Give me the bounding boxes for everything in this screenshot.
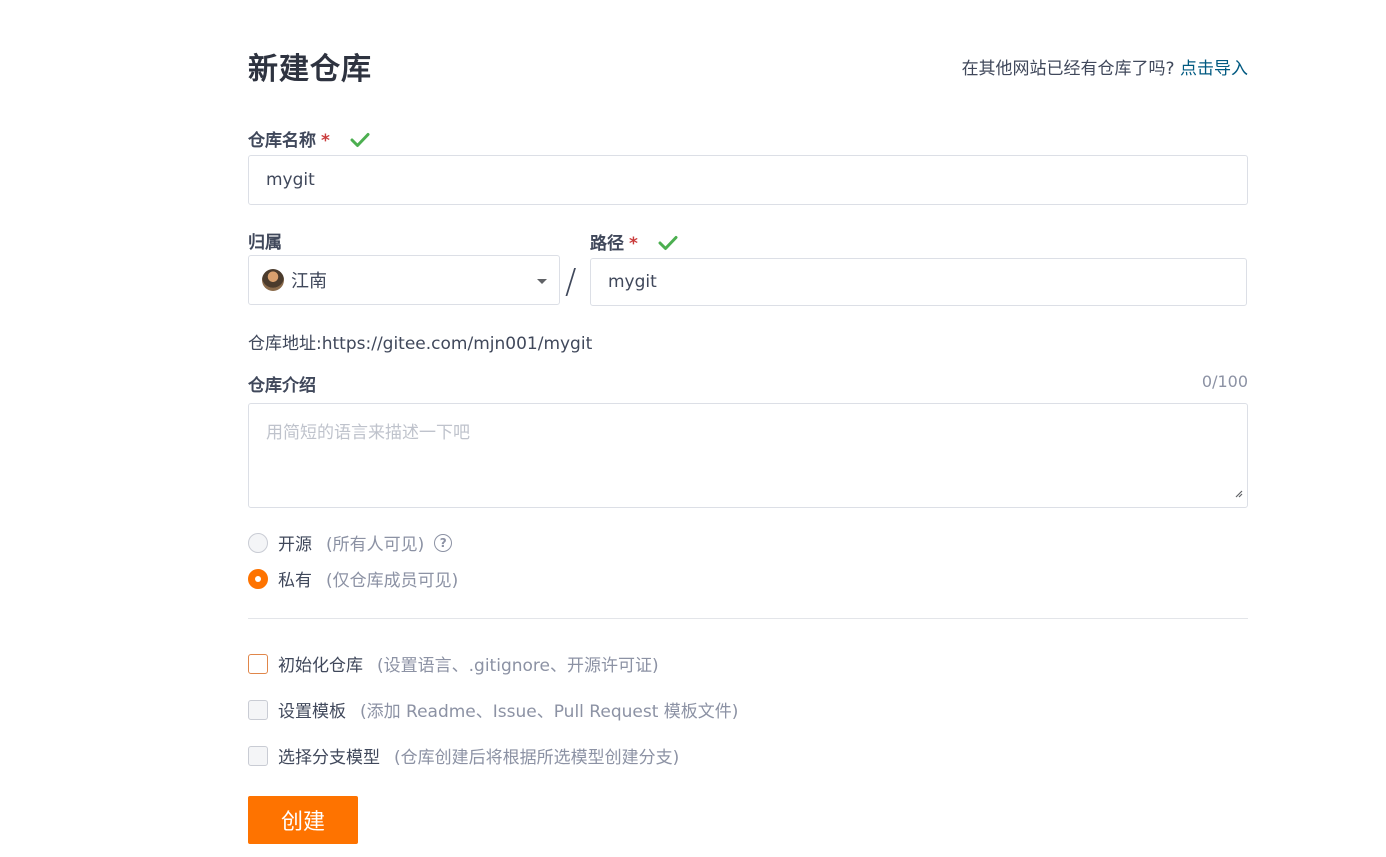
- description-counter: 0/100: [1201, 372, 1248, 391]
- valid-check-icon: [658, 235, 678, 256]
- owner-selected-value: 江南: [291, 271, 327, 292]
- resize-handle-icon[interactable]: [1235, 483, 1243, 503]
- page-title: 新建仓库: [248, 52, 372, 87]
- owner-select[interactable]: 江南: [248, 255, 560, 305]
- radio-private[interactable]: [248, 568, 268, 589]
- owner-label: 归属: [248, 233, 282, 253]
- template-label: 设置模板: [278, 702, 346, 722]
- question-mark-icon[interactable]: ?: [434, 533, 453, 552]
- path-value: mygit: [608, 272, 657, 292]
- import-prompt: 在其他网站已经有仓库了吗? 点击导入: [962, 54, 1248, 79]
- caret-down-icon: [537, 279, 547, 284]
- visibility-private-hint: (仅仓库成员可见): [326, 571, 459, 591]
- path-label: 路径 *: [590, 229, 678, 256]
- repo-address-label: 仓库地址:: [248, 334, 322, 354]
- branch-model-option[interactable]: 选择分支模型 (仓库创建后将根据所选模型创建分支): [248, 743, 679, 768]
- avatar: [262, 269, 284, 291]
- repo-address-value: https://gitee.com/mjn001/mygit: [321, 334, 593, 354]
- new-repo-page: 新建仓库 在其他网站已经有仓库了吗? 点击导入 仓库名称 * mygit 归属 江…: [0, 0, 1386, 857]
- path-label-text: 路径: [590, 234, 624, 254]
- visibility-public-hint: (所有人可见): [326, 535, 425, 555]
- branch-model-hint: (仓库创建后将根据所选模型创建分支): [394, 748, 680, 768]
- branch-model-checkbox[interactable]: [248, 745, 268, 766]
- valid-check-icon: [350, 132, 370, 153]
- radio-public[interactable]: [248, 532, 268, 553]
- repo-name-label: 仓库名称 *: [248, 126, 370, 153]
- branch-model-label: 选择分支模型: [278, 748, 380, 768]
- path-separator: /: [565, 262, 577, 302]
- visibility-private-label: 私有: [278, 571, 312, 591]
- repo-name-label-text: 仓库名称: [248, 131, 316, 151]
- init-repo-label: 初始化仓库: [278, 656, 363, 676]
- init-repo-checkbox[interactable]: [248, 653, 268, 674]
- create-button[interactable]: 创建: [248, 796, 358, 844]
- description-label: 仓库介绍: [248, 376, 316, 396]
- repo-name-input[interactable]: mygit: [248, 155, 1248, 205]
- init-repo-option[interactable]: 初始化仓库 (设置语言、.gitignore、开源许可证): [248, 651, 659, 676]
- import-prompt-text: 在其他网站已经有仓库了吗?: [961, 59, 1175, 79]
- template-hint: (添加 Readme、Issue、Pull Request 模板文件): [360, 702, 739, 722]
- divider: [248, 618, 1248, 619]
- required-mark: *: [629, 234, 638, 254]
- init-repo-hint: (设置语言、.gitignore、开源许可证): [377, 656, 659, 676]
- visibility-public-label: 开源: [278, 535, 312, 555]
- description-placeholder: 用简短的语言来描述一下吧: [266, 423, 470, 443]
- repo-address: 仓库地址:https://gitee.com/mjn001/mygit: [248, 329, 592, 354]
- template-checkbox[interactable]: [248, 699, 268, 720]
- repo-name-value: mygit: [266, 170, 315, 190]
- visibility-private-option[interactable]: 私有 (仅仓库成员可见): [248, 566, 458, 591]
- import-link[interactable]: 点击导入: [1180, 59, 1248, 79]
- visibility-public-option[interactable]: 开源 (所有人可见) ?: [248, 530, 453, 555]
- required-mark: *: [321, 131, 330, 151]
- path-input[interactable]: mygit: [590, 258, 1247, 306]
- template-option[interactable]: 设置模板 (添加 Readme、Issue、Pull Request 模板文件): [248, 697, 738, 722]
- description-textarea[interactable]: 用简短的语言来描述一下吧: [248, 403, 1248, 508]
